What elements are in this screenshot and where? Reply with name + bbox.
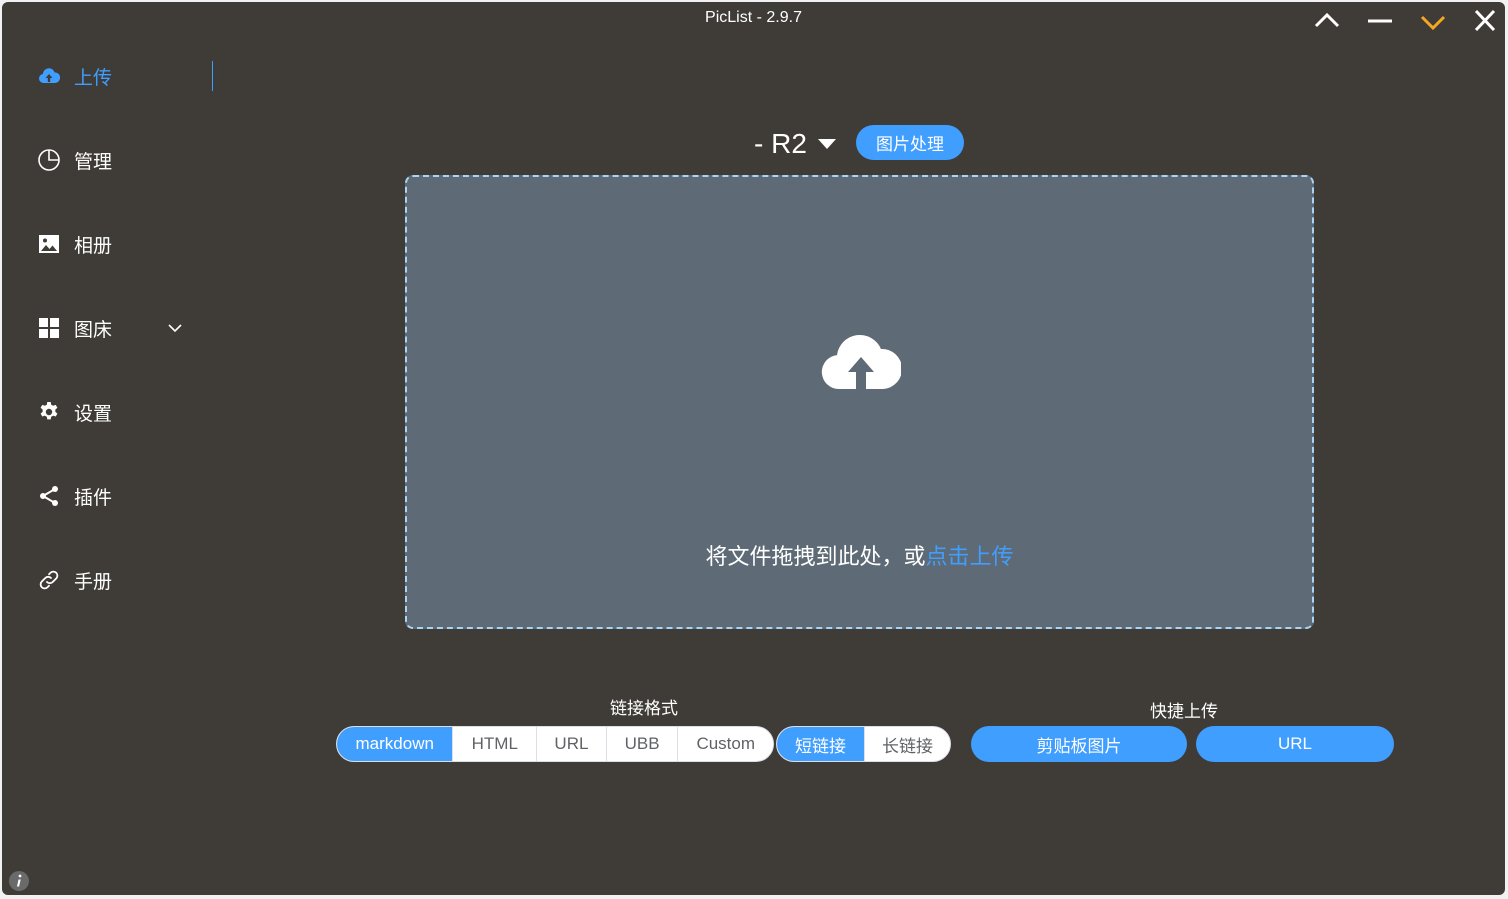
share-icon bbox=[36, 483, 62, 509]
sidebar-item-plugins[interactable]: 插件 bbox=[36, 476, 196, 516]
sidebar-item-label: 手册 bbox=[74, 570, 113, 593]
format-option-markdown[interactable]: markdown bbox=[337, 727, 453, 761]
pie-chart-icon bbox=[36, 147, 62, 173]
format-option-custom[interactable]: Custom bbox=[677, 727, 773, 761]
minimize-icon[interactable] bbox=[1363, 6, 1397, 36]
chevron-up-icon[interactable] bbox=[1310, 6, 1344, 36]
gear-icon bbox=[36, 399, 62, 425]
url-upload-button[interactable]: URL bbox=[1196, 726, 1394, 762]
link-length-group: 短链接 长链接 bbox=[776, 726, 951, 762]
link-format-group: markdown HTML URL UBB Custom bbox=[336, 726, 774, 762]
image-process-button[interactable]: 图片处理 bbox=[856, 125, 964, 160]
app-window: PicList - 2.9.7 上传 管理 相册 图床 设置 插件 手册 - R… bbox=[2, 2, 1505, 895]
sidebar-item-label: 上传 bbox=[74, 66, 113, 89]
info-icon[interactable] bbox=[8, 870, 30, 892]
sidebar-item-gallery[interactable]: 相册 bbox=[36, 224, 196, 264]
sidebar-item-label: 插件 bbox=[74, 486, 113, 509]
sidebar-item-picbed[interactable]: 图床 bbox=[36, 308, 196, 348]
sidebar-item-label: 相册 bbox=[74, 234, 113, 257]
sidebar-active-divider bbox=[212, 61, 213, 91]
caret-down-icon bbox=[817, 139, 836, 149]
clipboard-upload-button[interactable]: 剪贴板图片 bbox=[971, 726, 1187, 762]
link-format-label: 链接格式 bbox=[610, 699, 678, 719]
upload-cloud-icon bbox=[36, 63, 62, 89]
chevron-down-icon[interactable] bbox=[1416, 6, 1450, 36]
sidebar-item-label: 设置 bbox=[74, 402, 113, 425]
format-option-url[interactable]: URL bbox=[536, 727, 606, 761]
grid-icon bbox=[36, 315, 62, 341]
format-option-ubb[interactable]: UBB bbox=[605, 727, 678, 761]
sidebar-item-manage[interactable]: 管理 bbox=[36, 140, 196, 180]
link-icon bbox=[36, 567, 62, 593]
sidebar-item-label: 图床 bbox=[74, 318, 113, 341]
quick-upload-label: 快捷上传 bbox=[1150, 702, 1218, 722]
short-link-option[interactable]: 短链接 bbox=[777, 727, 864, 761]
sidebar-item-upload[interactable]: 上传 bbox=[36, 56, 196, 96]
dropzone-hint: 将文件拖拽到此处，或点击上传 bbox=[407, 539, 1312, 571]
click-upload-link[interactable]: 点击上传 bbox=[926, 545, 1014, 570]
long-link-option[interactable]: 长链接 bbox=[863, 727, 950, 761]
drop-text: 将文件拖拽到此处，或 bbox=[705, 545, 926, 570]
picbed-label: - R2 bbox=[754, 128, 807, 159]
picbed-selector[interactable]: - R2 bbox=[754, 124, 837, 164]
upload-dropzone[interactable]: 将文件拖拽到此处，或点击上传 bbox=[405, 175, 1314, 629]
sidebar-item-label: 管理 bbox=[74, 150, 113, 173]
format-option-html[interactable]: HTML bbox=[452, 727, 536, 761]
window-title: PicList - 2.9.7 bbox=[705, 9, 802, 26]
close-icon[interactable] bbox=[1468, 6, 1502, 36]
upload-cloud-icon bbox=[821, 334, 901, 390]
chevron-down-icon[interactable] bbox=[166, 319, 184, 337]
sidebar-item-settings[interactable]: 设置 bbox=[36, 392, 196, 432]
image-icon bbox=[36, 231, 62, 257]
sidebar-item-manual[interactable]: 手册 bbox=[36, 560, 196, 600]
